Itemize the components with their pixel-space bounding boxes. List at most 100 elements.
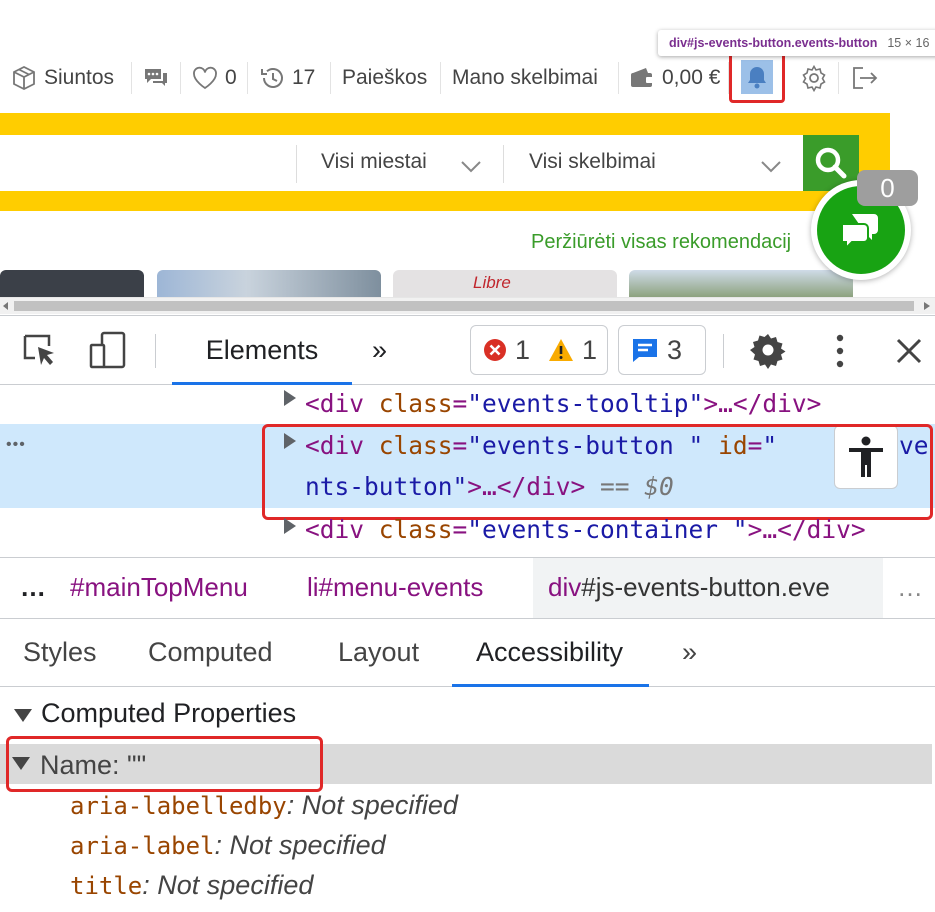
tag-open: <div <box>305 389 379 418</box>
category-select[interactable]: Visi skelbimai <box>529 150 656 174</box>
chat-icon <box>838 210 884 250</box>
favorites-count: 0 <box>225 66 237 89</box>
nav-divider <box>131 62 132 94</box>
message-count: 3 <box>667 334 683 365</box>
chevron-down-icon <box>760 160 782 174</box>
tab-computed[interactable]: Computed <box>148 619 273 686</box>
sidebar-tabs: Styles Computed Layout Accessibility » <box>0 619 935 687</box>
tab-styles[interactable]: Styles <box>23 619 97 686</box>
property-value: Not specified <box>229 830 386 860</box>
warning-count: 1 <box>582 334 598 365</box>
annotation-highlight-box <box>262 424 933 520</box>
messages-icon <box>142 65 170 91</box>
scroll-right-arrow-icon <box>924 302 930 310</box>
property-value: Not specified <box>157 870 314 900</box>
breadcrumb-item[interactable]: #mainTopMenu <box>70 572 248 603</box>
computed-properties-header[interactable]: Computed Properties <box>41 698 296 729</box>
message-icon <box>631 337 659 363</box>
tab-elements[interactable]: Elements <box>172 316 352 385</box>
nav-searches-label: Paieškos <box>342 66 428 89</box>
nav-divider <box>330 62 331 94</box>
listing-thumbnail[interactable]: Libre <box>393 270 617 298</box>
property-key: title <box>70 872 143 900</box>
nav-wallet[interactable]: 0,00 € <box>628 62 720 94</box>
scroll-left-arrow-icon <box>3 302 9 310</box>
issues-counter[interactable]: 1 1 <box>470 325 608 375</box>
breadcrumb-scroll-right[interactable]: … <box>897 572 923 603</box>
nav-history[interactable]: 17 <box>258 62 315 94</box>
close-icon[interactable] <box>895 337 923 365</box>
history-icon <box>258 64 286 92</box>
nav-divider <box>247 62 248 94</box>
logout-icon <box>850 64 880 92</box>
collapse-triangle-icon[interactable] <box>14 709 32 722</box>
listing-thumbnail[interactable] <box>157 270 381 298</box>
nav-divider <box>180 62 181 94</box>
search-divider <box>503 145 504 183</box>
dom-node[interactable]: <div class="events-tooltip">…</div> <box>305 389 821 418</box>
a11y-property-row: aria-label: Not specified <box>70 830 386 860</box>
nav-logout[interactable] <box>850 62 880 94</box>
breadcrumb-scroll-left[interactable]: … <box>20 572 46 603</box>
attr-equals: = <box>452 515 468 544</box>
nav-divider <box>838 62 839 94</box>
nav-favorites[interactable]: 0 <box>191 62 237 94</box>
expand-triangle-icon[interactable] <box>284 518 296 534</box>
category-select-value: Visi skelbimai <box>529 150 656 173</box>
tab-accessibility[interactable]: Accessibility <box>451 619 650 687</box>
tab-computed-label: Computed <box>148 637 273 667</box>
listing-thumbnail[interactable] <box>0 270 144 298</box>
messages-counter[interactable]: 3 <box>618 325 706 375</box>
nav-parcels[interactable]: Siuntos <box>10 62 114 94</box>
chevron-down-icon <box>460 160 482 174</box>
horizontal-scrollbar[interactable] <box>0 297 935 314</box>
error-count: 1 <box>515 334 531 365</box>
tab-accessibility-label: Accessibility <box>476 637 624 667</box>
settings-gear-icon[interactable] <box>749 331 787 369</box>
property-value: Not specified <box>301 790 458 820</box>
crumb-selector: #js-events-button.eve <box>581 572 830 602</box>
property-key: aria-labelledby <box>70 792 287 820</box>
breadcrumb-item-selected[interactable]: div#js-events-button.eve <box>548 572 830 603</box>
breadcrumb: … #mainTopMenu li#menu-events div#js-eve… <box>0 557 935 619</box>
view-recommendations-link[interactable]: Peržiūrėti visas rekomendacij <box>531 231 791 254</box>
more-subtabs-button[interactable]: » <box>682 619 697 686</box>
select-element-icon[interactable] <box>22 333 60 369</box>
tooltip-selector: div#js-events-button.events-button <box>669 36 878 50</box>
attr-value: "events-tooltip" <box>467 389 704 418</box>
nav-settings[interactable] <box>800 62 828 94</box>
row-options-ellipsis[interactable]: ••• <box>6 436 26 454</box>
a11y-property-row: title: Not specified <box>70 870 314 900</box>
scrollbar-thumb[interactable] <box>14 301 914 311</box>
thumbnail-text: Libre <box>473 273 511 292</box>
device-toolbar-icon[interactable] <box>88 331 128 371</box>
nav-divider <box>618 62 619 94</box>
devtools-toolbar: Elements » 1 1 3 <box>0 315 935 385</box>
nav-my-ads[interactable]: Mano skelbimai <box>452 62 598 94</box>
tag-close: >…</div> <box>703 389 822 418</box>
city-select-value: Visi miestai <box>321 150 427 173</box>
city-select[interactable]: Visi miestai <box>321 150 427 174</box>
nav-searches[interactable]: Paieškos <box>342 62 427 94</box>
tooltip-size: 15 × 16 <box>887 36 930 50</box>
property-key: aria-label <box>70 832 215 860</box>
expand-triangle-icon[interactable] <box>284 390 296 406</box>
annotation-highlight-box <box>729 52 785 103</box>
nav-messages[interactable] <box>142 62 170 94</box>
attr-value: "events-container " <box>467 515 748 544</box>
wallet-balance: 0,00 € <box>662 66 721 89</box>
dom-node[interactable]: <div class="events-container ">…</div> <box>305 515 866 544</box>
inspect-tooltip: div#js-events-button.events-button 15 × … <box>658 30 935 56</box>
kebab-menu-icon[interactable] <box>833 333 847 369</box>
tab-elements-label: Elements <box>205 334 319 365</box>
heart-icon <box>191 65 219 91</box>
double-chevron-icon: » <box>682 637 698 667</box>
tab-layout-label: Layout <box>338 637 420 667</box>
more-tabs-button[interactable]: » <box>372 316 387 384</box>
tag-open: <div <box>305 515 379 544</box>
toolbar-divider <box>723 334 724 368</box>
tab-layout[interactable]: Layout <box>338 619 419 686</box>
listing-thumbnail[interactable] <box>629 270 853 298</box>
package-icon <box>10 64 38 92</box>
breadcrumb-item[interactable]: li#menu-events <box>307 572 483 603</box>
